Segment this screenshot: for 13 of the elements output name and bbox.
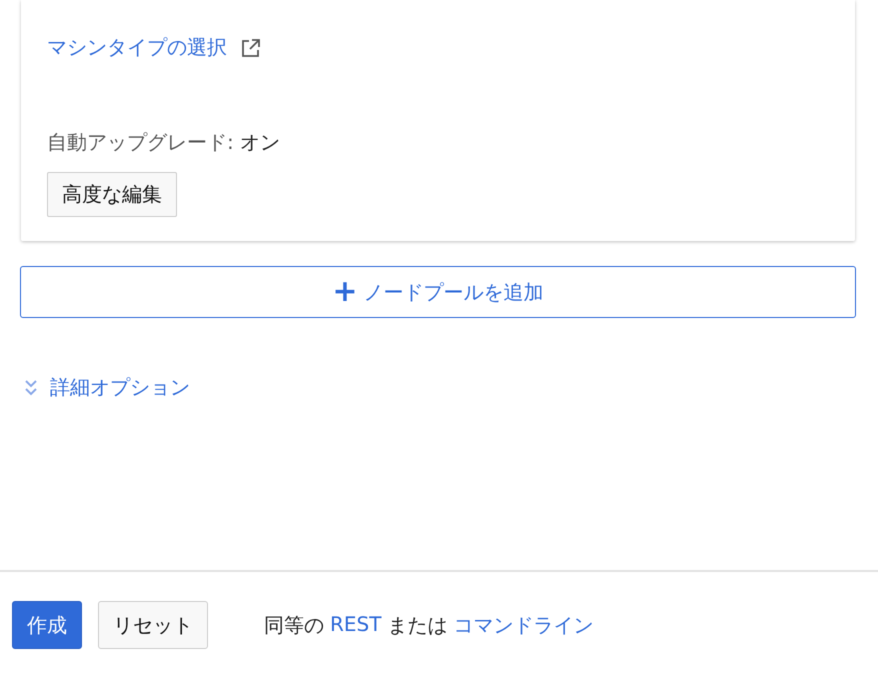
create-button[interactable]: 作成 <box>12 601 82 649</box>
advanced-options-toggle[interactable]: 詳細オプション <box>20 374 190 401</box>
add-node-pool-button[interactable]: + ノードプールを追加 <box>20 266 856 318</box>
external-link-icon <box>241 38 261 58</box>
auto-upgrade-label: 自動アップグレード: <box>47 129 234 156</box>
rest-link[interactable]: REST <box>330 612 382 638</box>
machine-type-link[interactable]: マシンタイプの選択 <box>47 34 227 61</box>
command-line-link[interactable]: コマンドライン <box>453 612 594 638</box>
equivalent-text: 同等の REST または コマンドライン <box>264 612 594 638</box>
auto-upgrade-value: オン <box>240 129 280 156</box>
advanced-edit-button[interactable]: 高度な編集 <box>47 172 177 217</box>
chevron-icon <box>24 378 38 396</box>
reset-button[interactable]: リセット <box>98 601 208 649</box>
